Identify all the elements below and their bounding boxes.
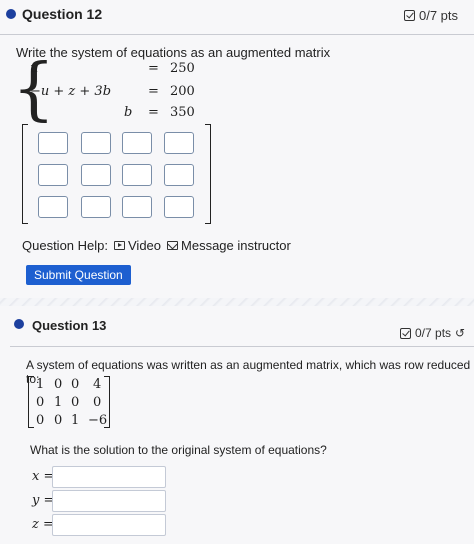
- matrix-entry: 0: [71, 395, 80, 410]
- equation-eq: =: [148, 105, 159, 120]
- points-indicator: 0/7 pts: [404, 8, 458, 23]
- retry-icon[interactable]: ↺: [455, 326, 465, 340]
- question-help-label: Question Help:: [22, 238, 108, 253]
- mail-icon: [167, 241, 179, 250]
- matrix-entry: −6: [88, 413, 108, 428]
- matrix-entry: 0: [54, 377, 63, 392]
- equation-rhs: 350: [170, 105, 195, 120]
- answer-input-z[interactable]: [52, 514, 166, 536]
- matrix-entry: 0: [93, 395, 102, 410]
- matrix-cell-3-2[interactable]: [81, 196, 111, 218]
- matrix-entry: 0: [36, 395, 45, 410]
- question-prompt: Write the system of equations as an augm…: [16, 45, 331, 60]
- answer-input-y[interactable]: [52, 490, 166, 512]
- matrix-cell-2-4[interactable]: [164, 164, 194, 186]
- matrix-cell-2-3[interactable]: [122, 164, 152, 186]
- matrix-cell-1-2[interactable]: [81, 132, 111, 154]
- matrix-left-bracket: [22, 124, 28, 224]
- equation-lhs: u: [30, 61, 39, 76]
- submit-question-button[interactable]: Submit Question: [26, 265, 131, 285]
- matrix-cell-1-1[interactable]: [38, 132, 68, 154]
- answer-label-x: x =: [32, 469, 55, 484]
- divider: [10, 346, 474, 347]
- matrix-right-bracket: [205, 124, 211, 224]
- check-icon: [404, 10, 415, 21]
- equation-eq: =: [148, 84, 159, 99]
- question-12-card: Question 12 0/7 pts Write the system of …: [0, 0, 474, 298]
- matrix-left-bracket: [28, 376, 34, 428]
- matrix-cell-3-3[interactable]: [122, 196, 152, 218]
- matrix-entry: 1: [54, 395, 63, 410]
- equation-lhs: b: [124, 105, 133, 120]
- matrix-entry: 1: [36, 377, 45, 392]
- divider: [0, 34, 474, 35]
- question-help: Question Help: Video Message instructor: [22, 238, 291, 253]
- matrix-cell-1-4[interactable]: [164, 132, 194, 154]
- check-icon: [400, 327, 411, 339]
- matrix-cell-3-4[interactable]: [164, 196, 194, 218]
- matrix-entry: 0: [71, 377, 80, 392]
- message-instructor-link[interactable]: Message instructor: [167, 238, 291, 253]
- matrix-cell-3-1[interactable]: [38, 196, 68, 218]
- question-13-card: Question 13 0/7 pts ↺ A system of equati…: [0, 306, 474, 544]
- question-bullet: [14, 319, 24, 329]
- question-title: Question 12: [22, 6, 103, 22]
- answer-label-z: z =: [32, 517, 54, 532]
- solution-prompt: What is the solution to the original sys…: [30, 443, 327, 457]
- matrix-entry: 0: [36, 413, 45, 428]
- matrix-entry: 0: [54, 413, 63, 428]
- matrix-cell-2-2[interactable]: [81, 164, 111, 186]
- video-icon: [114, 241, 125, 250]
- matrix-cell-2-1[interactable]: [38, 164, 68, 186]
- matrix-entry: 4: [93, 377, 102, 392]
- question-bullet: [6, 9, 16, 19]
- points-indicator: 0/7 pts ↺: [400, 326, 465, 340]
- equation-eq: =: [148, 61, 159, 76]
- equation-lhs: −u + z + 3b: [30, 84, 112, 99]
- answer-input-x[interactable]: [52, 466, 166, 488]
- equation-rhs: 200: [170, 84, 195, 99]
- equation-rhs: 250: [170, 61, 195, 76]
- matrix-cell-1-3[interactable]: [122, 132, 152, 154]
- video-link[interactable]: Video: [114, 238, 161, 253]
- matrix-entry: 1: [71, 413, 80, 428]
- question-title: Question 13: [32, 318, 107, 333]
